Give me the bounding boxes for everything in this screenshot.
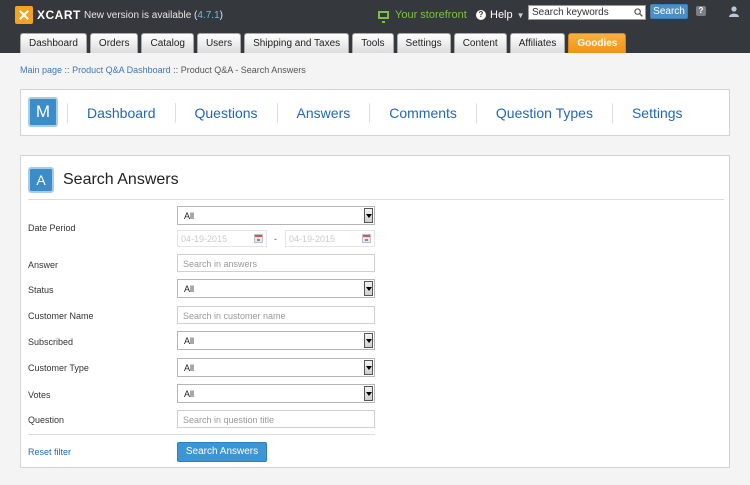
xcart-logo-icon <box>15 6 33 24</box>
question-placeholder: Search in question title <box>183 415 275 425</box>
answer-label: Answer <box>28 260 59 270</box>
date-from-value: 04-19-2015 <box>181 234 228 244</box>
search-input[interactable]: Search keywords <box>528 5 646 20</box>
breadcrumb-qa-dashboard[interactable]: Product Q&A Dashboard <box>72 65 171 75</box>
dropdown-arrow-icon <box>364 281 373 296</box>
user-icon[interactable] <box>728 5 740 17</box>
new-version-link[interactable]: 4.7.1 <box>197 10 219 21</box>
search-button[interactable]: Search <box>650 4 688 19</box>
status-value: All <box>184 284 195 294</box>
customer-name-input[interactable]: Search in customer name <box>177 306 375 324</box>
date-to-input[interactable]: 04-19-2015 <box>285 230 375 247</box>
nav-settings[interactable]: Settings <box>611 103 702 123</box>
tab-tools[interactable]: Tools <box>352 33 394 53</box>
answer-placeholder: Search in answers <box>183 259 258 269</box>
dropdown-arrow-icon <box>364 360 373 375</box>
new-version-prefix: New version is available ( <box>84 10 198 21</box>
breadcrumb-current: Product Q&A - Search Answers <box>180 65 306 75</box>
date-range-dash: - <box>274 234 277 244</box>
new-version-notice: New version is available (4.7.1) <box>84 10 223 21</box>
status-select[interactable]: All <box>177 279 375 298</box>
votes-value: All <box>184 389 195 399</box>
help-label: Help <box>490 9 513 21</box>
divider <box>28 199 724 200</box>
breadcrumb-main-page[interactable]: Main page <box>20 65 62 75</box>
date-period-label: Date Period <box>28 223 76 233</box>
search-answers-panel: A Search Answers Date Period All 04-19-2… <box>20 155 730 468</box>
customer-name-placeholder: Search in customer name <box>183 311 286 321</box>
help-menu[interactable]: ? Help ▼ <box>476 9 525 21</box>
logo-text: XCART <box>37 8 81 22</box>
module-nav-links: Dashboard Questions Answers Comments Que… <box>67 90 702 136</box>
customer-type-select[interactable]: All <box>177 358 375 377</box>
search-answers-button[interactable]: Search Answers <box>177 442 267 462</box>
subscribed-select[interactable]: All <box>177 331 375 350</box>
new-version-suffix: ) <box>219 10 223 21</box>
module-badge: M <box>28 97 58 127</box>
question-icon[interactable]: ? <box>696 6 706 16</box>
nav-question-types[interactable]: Question Types <box>475 103 612 123</box>
page-title: Search Answers <box>63 171 179 188</box>
breadcrumb-separator: :: <box>173 65 179 75</box>
tab-settings[interactable]: Settings <box>396 33 451 53</box>
question-input[interactable]: Search in question title <box>177 410 375 428</box>
main-tabs: Dashboard Orders Catalog Users Shipping … <box>20 33 629 53</box>
storefront-link[interactable]: Your storefront <box>378 9 467 23</box>
breadcrumb-separator: :: <box>64 65 70 75</box>
nav-answers[interactable]: Answers <box>276 103 370 123</box>
customer-name-label: Customer Name <box>28 311 94 321</box>
top-bar: XCART New version is available (4.7.1) Y… <box>0 0 750 53</box>
nav-dashboard[interactable]: Dashboard <box>67 103 175 123</box>
tab-catalog[interactable]: Catalog <box>141 33 194 53</box>
panel-badge: A <box>28 167 54 193</box>
search-icon <box>634 8 643 17</box>
nav-questions[interactable]: Questions <box>174 103 277 123</box>
subscribed-value: All <box>184 336 195 346</box>
tab-shipping-and-taxes[interactable]: Shipping and Taxes <box>244 33 350 53</box>
help-icon: ? <box>476 10 486 20</box>
tab-affiliates[interactable]: Affiliates <box>509 33 566 53</box>
nav-comments[interactable]: Comments <box>369 103 476 123</box>
tab-content[interactable]: Content <box>453 33 507 53</box>
storefront-label: Your storefront <box>395 9 467 21</box>
xcart-logo[interactable]: XCART <box>15 6 81 24</box>
status-label: Status <box>28 285 54 295</box>
date-from-input[interactable]: 04-19-2015 <box>177 230 267 247</box>
tab-dashboard[interactable]: Dashboard <box>20 33 87 53</box>
dropdown-arrow-icon <box>364 333 373 348</box>
tab-goodies[interactable]: Goodies <box>568 33 627 53</box>
module-nav: M Dashboard Questions Answers Comments Q… <box>20 89 730 136</box>
chevron-down-icon: ▼ <box>516 10 525 20</box>
answer-input[interactable]: Search in answers <box>177 254 375 272</box>
dropdown-arrow-icon <box>364 208 373 223</box>
search-placeholder: Search keywords <box>532 7 609 18</box>
date-period-value: All <box>184 211 195 221</box>
question-label: Question <box>28 415 65 425</box>
calendar-icon[interactable] <box>254 234 263 243</box>
calendar-icon[interactable] <box>362 234 371 243</box>
reset-filter-link[interactable]: Reset filter <box>28 447 71 457</box>
customer-type-value: All <box>184 363 195 373</box>
customer-type-label: Customer Type <box>28 363 89 373</box>
tab-orders[interactable]: Orders <box>89 33 139 53</box>
tab-users[interactable]: Users <box>196 33 242 53</box>
votes-label: Votes <box>28 390 51 400</box>
date-to-value: 04-19-2015 <box>289 234 336 244</box>
monitor-icon <box>378 11 389 23</box>
votes-select[interactable]: All <box>177 384 375 403</box>
date-period-select[interactable]: All <box>177 206 375 225</box>
breadcrumb: Main page :: Product Q&A Dashboard :: Pr… <box>20 65 306 75</box>
subscribed-label: Subscribed <box>28 337 74 347</box>
divider <box>28 434 375 435</box>
dropdown-arrow-icon <box>364 386 373 401</box>
